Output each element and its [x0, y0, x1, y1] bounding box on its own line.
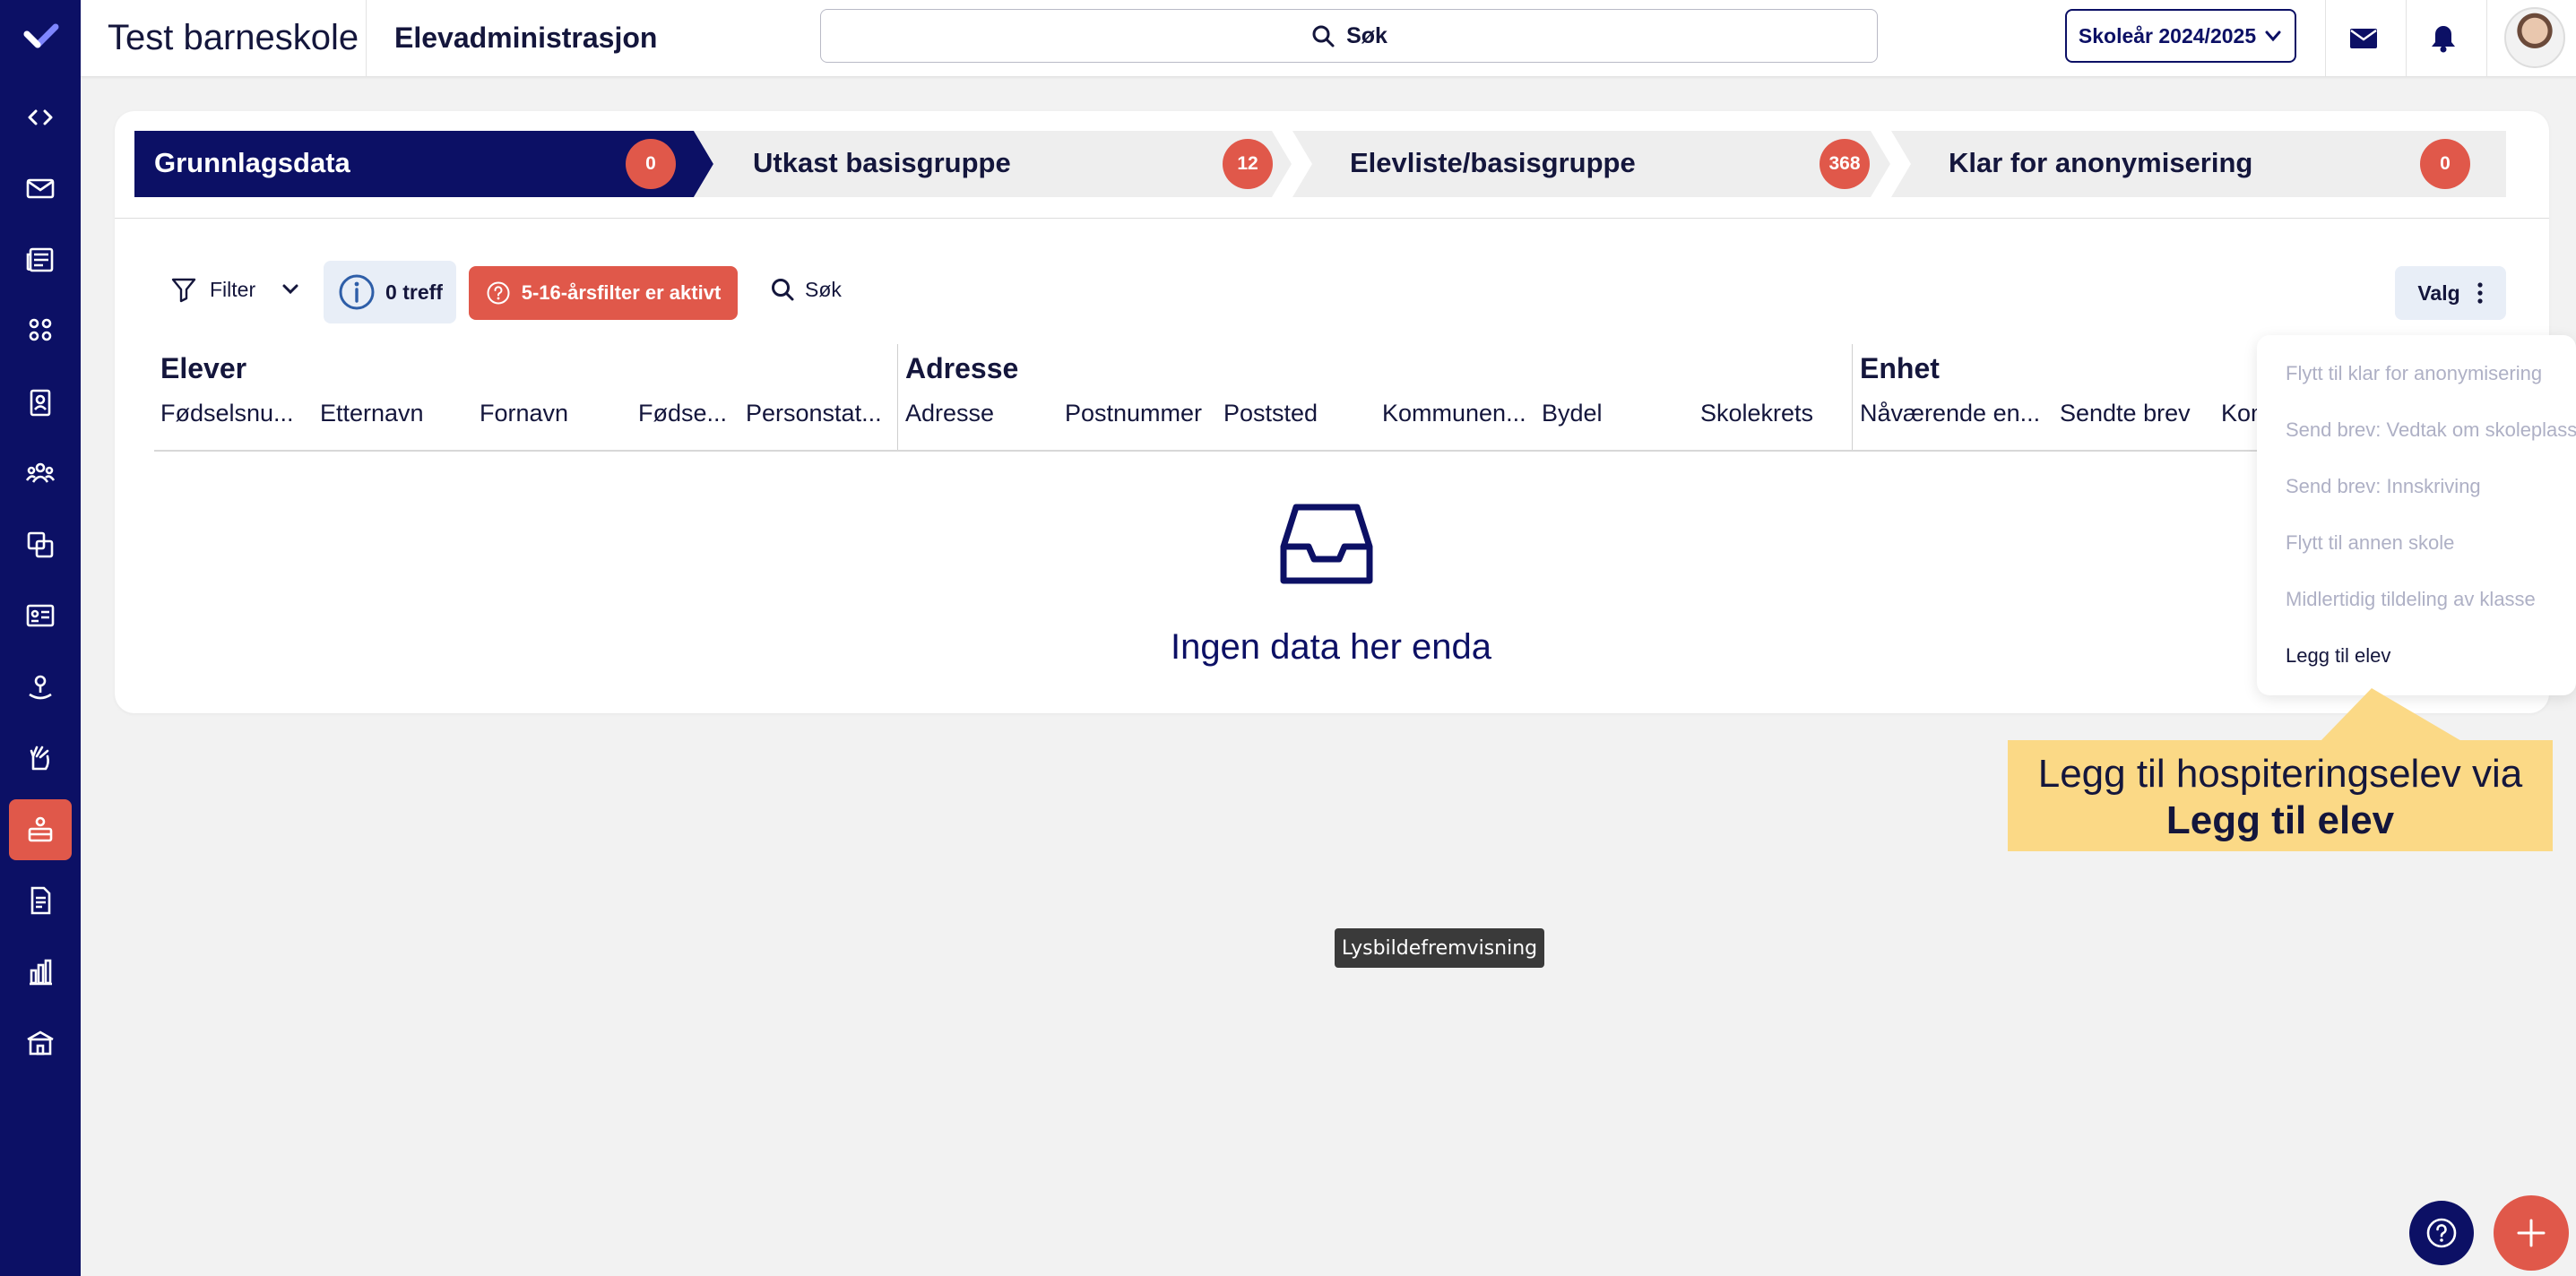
card-divider	[115, 218, 2549, 219]
user-avatar[interactable]	[2504, 7, 2565, 68]
options-dropdown-menu: Flytt til klar for anonymisering Send br…	[2257, 335, 2576, 695]
group-header-enhet: Enhet	[1860, 352, 1940, 384]
column-header[interactable]: Fødse...	[638, 400, 727, 427]
column-group-divider	[897, 344, 898, 450]
group-header-adresse: Adresse	[905, 352, 1019, 384]
badge-icon[interactable]	[9, 372, 72, 433]
school-name: Test barneskole	[108, 18, 359, 57]
hand-icon[interactable]	[9, 728, 72, 789]
menu-item-move-to-other-school: Flytt til annen skole	[2286, 531, 2455, 554]
search-icon	[1312, 25, 1335, 47]
question-circle-icon	[487, 281, 510, 305]
column-header[interactable]: Adresse	[905, 400, 994, 427]
column-header[interactable]: Fornavn	[480, 400, 568, 427]
add-fab-button[interactable]	[2494, 1195, 2569, 1271]
messages-icon[interactable]	[2344, 19, 2383, 58]
student-admin-icon[interactable]	[9, 799, 72, 860]
column-header[interactable]: Poststed	[1223, 400, 1318, 427]
top-bar-divider	[2325, 0, 2326, 77]
global-search-label: Søk	[1346, 22, 1387, 48]
step-count-badge: 0	[2420, 139, 2470, 189]
school-year-select[interactable]: Skoleår 2024/2025	[2065, 9, 2296, 63]
document-icon[interactable]	[9, 870, 72, 931]
column-header[interactable]: Postnummer	[1065, 400, 1202, 427]
step-utkast-basisgruppe[interactable]: Utkast basisgruppe 12	[694, 131, 1312, 197]
help-button[interactable]	[2409, 1201, 2474, 1265]
school-year-label: Skoleår 2024/2025	[2078, 23, 2257, 47]
chevron-down-icon	[282, 284, 298, 295]
top-bar: Test barneskole Elevadministrasjon Søk S…	[81, 0, 2576, 77]
column-header[interactable]: Kommunen...	[1382, 400, 1526, 427]
filter-icon	[171, 278, 196, 303]
groups-icon[interactable]	[9, 300, 72, 361]
step-count-badge: 368	[1820, 139, 1870, 189]
column-header[interactable]: Fødselsnu...	[160, 400, 294, 427]
code-icon[interactable]	[9, 87, 72, 148]
empty-state-message: Ingen data her enda	[1170, 627, 1492, 667]
step-label: Elevliste/basisgruppe	[1350, 147, 1636, 178]
step-label: Grunnlagsdata	[154, 147, 350, 178]
column-header[interactable]: Personstat...	[746, 400, 882, 427]
chevron-down-icon	[2265, 30, 2281, 42]
column-header[interactable]: Skolekrets	[1700, 400, 1813, 427]
step-grunnlagsdata[interactable]: Grunnlagsdata 0	[134, 131, 713, 197]
question-circle-icon	[2426, 1218, 2457, 1248]
column-header[interactable]: Bydel	[1542, 400, 1603, 427]
step-elevliste-basisgruppe[interactable]: Elevliste/basisgruppe 368	[1292, 131, 1911, 197]
callout-emphasis: Legg til elev	[2165, 798, 2395, 842]
global-search-input[interactable]: Søk	[820, 9, 1878, 63]
more-vertical-icon	[2477, 282, 2483, 304]
school-icon[interactable]	[9, 1013, 72, 1073]
top-bar-divider	[366, 0, 367, 77]
instruction-callout: Legg til hospiteringselev via Legg til e…	[2008, 740, 2553, 851]
id-card-icon[interactable]	[9, 585, 72, 646]
inbox-icon	[1280, 504, 1373, 584]
column-header[interactable]: Nåværende en...	[1860, 400, 2040, 427]
bell-icon[interactable]	[2424, 19, 2463, 58]
people-icon[interactable]	[9, 443, 72, 504]
menu-item-add-student[interactable]: Legg til elev	[2286, 644, 2390, 668]
step-count-badge: 0	[626, 139, 676, 189]
menu-item-send-letter-enrollment: Send brev: Innskriving	[2286, 475, 2481, 497]
menu-item-move-to-anonymization: Flytt til klar for anonymisering	[2286, 362, 2543, 384]
table-search-label: Søk	[805, 277, 842, 301]
menu-item-temporary-class-assignment: Midlertidig tildeling av klasse	[2286, 588, 2536, 610]
table-search-button[interactable]: Søk	[769, 276, 842, 303]
search-icon	[772, 279, 794, 301]
workflow-steps: Grunnlagsdata 0 Utkast basisgruppe 12 El…	[134, 131, 2506, 197]
column-header[interactable]: Sendte brev	[2060, 400, 2191, 427]
step-count-badge: 12	[1223, 139, 1273, 189]
bar-chart-icon[interactable]	[9, 942, 72, 1003]
column-header[interactable]: Etternavn	[320, 400, 424, 427]
app-logo-icon[interactable]	[23, 20, 59, 56]
person-pin-icon[interactable]	[9, 657, 72, 718]
callout-text: Legg til hospiteringselev via	[2037, 752, 2523, 796]
hits-count-badge: 0 treff	[324, 261, 456, 323]
top-bar-divider	[2486, 0, 2487, 77]
news-icon[interactable]	[9, 229, 72, 290]
step-label: Klar for anonymisering	[1949, 147, 2253, 178]
top-bar-divider	[2406, 0, 2407, 77]
module-title: Elevadministrasjon	[394, 22, 658, 54]
age-filter-label: 5-16-årsfilter er aktivt	[521, 281, 722, 304]
group-header-elever: Elever	[160, 352, 247, 384]
age-filter-badge[interactable]: 5-16-årsfilter er aktivt	[469, 266, 738, 320]
filter-label: Filter	[210, 277, 256, 301]
options-label: Valg	[2417, 280, 2460, 305]
exchange-icon[interactable]	[9, 514, 72, 575]
step-klar-for-anonymisering[interactable]: Klar for anonymisering 0	[1891, 131, 2506, 197]
left-navigation-rail	[0, 0, 81, 1276]
callout-pointer	[2320, 688, 2463, 742]
mail-icon[interactable]	[9, 158, 72, 219]
step-label: Utkast basisgruppe	[753, 147, 1011, 178]
table-header-divider	[154, 450, 2395, 452]
options-button[interactable]: Valg	[2395, 266, 2506, 320]
hits-count-label: 0 treff	[385, 280, 443, 304]
info-icon	[339, 274, 375, 310]
filter-button[interactable]: Filter	[170, 276, 304, 303]
slideshow-tooltip: Lysbildefremvisning	[1335, 928, 1544, 968]
plus-icon	[2517, 1219, 2546, 1247]
column-group-divider	[1852, 344, 1853, 450]
menu-item-send-letter-decision: Send brev: Vedtak om skoleplass	[2286, 418, 2576, 441]
